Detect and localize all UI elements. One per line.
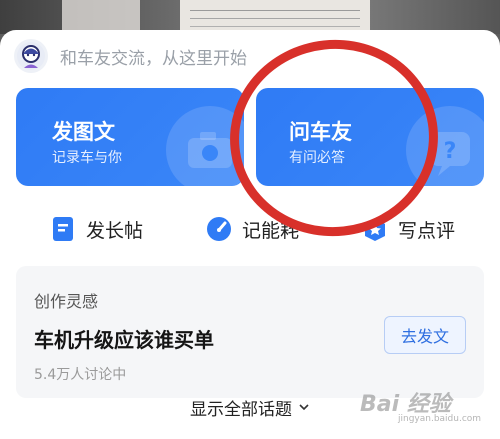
- topic-title[interactable]: 车机升级应该谁买单: [34, 324, 214, 353]
- show-all-label: 显示全部话题: [190, 399, 292, 420]
- long-post-button[interactable]: 发长帖: [50, 214, 143, 244]
- quick-actions: 发长帖 记能耗 写点评: [0, 206, 500, 248]
- background-paper: [180, 0, 370, 34]
- quick-action-label: 记能耗: [242, 219, 300, 242]
- ask-carfriend-card[interactable]: 问车友 有问必答 ?: [256, 88, 484, 186]
- watermark-logo: Bai 经验 jingyan.baidu.com: [360, 380, 500, 430]
- card-subtitle: 有问必答: [289, 150, 345, 166]
- post-image-text-card[interactable]: 发图文 记录车与你: [16, 88, 244, 186]
- publish-sheet: 和车友交流，从这里开始 发图文 记录车与你 问车友 有问必答 ? 发长帖 记能耗…: [0, 30, 500, 439]
- watermark-url: jingyan.baidu.com: [398, 414, 482, 424]
- card-title: 问车友: [289, 120, 352, 144]
- background-paper: [62, 0, 140, 34]
- document-icon: [53, 217, 73, 241]
- chevron-down-icon: [299, 404, 309, 411]
- publish-cards: 发图文 记录车与你 问车友 有问必答 ?: [16, 88, 484, 186]
- gauge-icon: [207, 217, 231, 241]
- inspiration-panel: 创作灵感 车机升级应该谁买单 5.4万人讨论中 去发文: [16, 266, 484, 398]
- compose-bar[interactable]: 和车友交流，从这里开始: [14, 39, 484, 73]
- inspiration-title: 创作灵感: [34, 292, 99, 311]
- card-subtitle: 记录车与你: [52, 150, 122, 166]
- go-post-button[interactable]: 去发文: [384, 316, 466, 354]
- card-title: 发图文: [52, 120, 115, 144]
- user-avatar-icon: [14, 39, 48, 73]
- background-photo: [0, 0, 500, 34]
- compose-placeholder[interactable]: 和车友交流，从这里开始: [60, 44, 247, 69]
- camera-icon: [166, 106, 244, 186]
- write-review-button[interactable]: 写点评: [362, 214, 455, 244]
- energy-log-button[interactable]: 记能耗: [206, 214, 299, 244]
- topic-discussion-count: 5.4万人讨论中: [34, 367, 127, 383]
- quick-action-label: 发长帖: [86, 219, 144, 242]
- rating-icon: [365, 218, 385, 241]
- svg-text:?: ?: [444, 139, 457, 164]
- question-icon: ?: [406, 106, 484, 186]
- quick-action-label: 写点评: [398, 219, 456, 242]
